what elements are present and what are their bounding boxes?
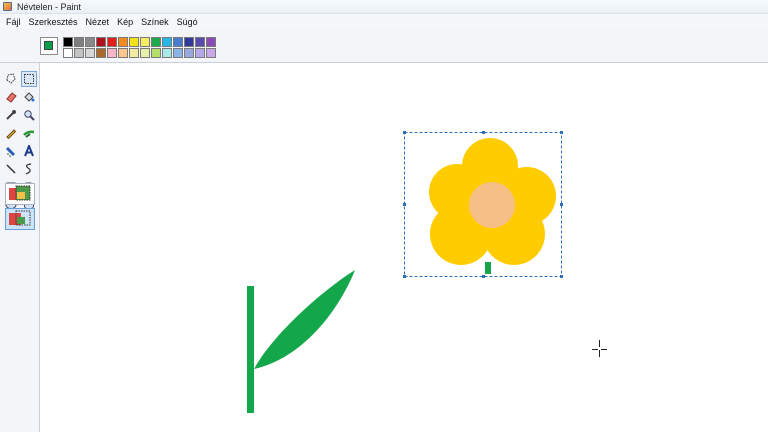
selection-handle-n — [482, 131, 485, 134]
palette-swatch[interactable] — [162, 48, 172, 58]
free-form-select-icon[interactable] — [3, 71, 19, 87]
selection-handle-sw — [403, 275, 406, 278]
palette-swatch[interactable] — [184, 48, 194, 58]
palette-swatch[interactable] — [140, 48, 150, 58]
palette-swatch[interactable] — [184, 37, 194, 47]
menu-help[interactable]: Súgó — [173, 17, 202, 27]
stem — [247, 286, 254, 413]
palette-swatch[interactable] — [74, 48, 84, 58]
palette-swatch[interactable] — [107, 48, 117, 58]
selection-handle-ne — [560, 131, 563, 134]
menu-view[interactable]: Nézet — [82, 17, 114, 27]
leaf — [254, 270, 355, 369]
palette-swatch[interactable] — [195, 48, 205, 58]
opaque-selection-option[interactable] — [5, 183, 35, 205]
selection-handle-se — [560, 275, 563, 278]
palette-swatch[interactable] — [96, 48, 106, 58]
palette-swatch[interactable] — [151, 37, 161, 47]
palette-swatch[interactable] — [173, 48, 183, 58]
fill-bucket-icon[interactable] — [21, 89, 37, 105]
flower-stem — [485, 262, 491, 274]
flower-center — [469, 182, 515, 228]
toolbox — [0, 63, 40, 432]
transparent-selection-option[interactable] — [5, 208, 35, 230]
palette-swatch[interactable] — [96, 37, 106, 47]
foreground-color-swatch[interactable] — [44, 41, 53, 50]
palette-swatch[interactable] — [85, 48, 95, 58]
title-bar: Névtelen - Paint — [0, 0, 768, 14]
magnifier-icon[interactable] — [21, 107, 37, 123]
palette-swatch[interactable] — [74, 37, 84, 47]
brush-icon[interactable] — [21, 125, 37, 141]
crosshair-cursor-icon — [592, 340, 607, 357]
color-picker-icon[interactable] — [3, 107, 19, 123]
palette-swatch[interactable] — [206, 48, 216, 58]
text-icon[interactable] — [21, 143, 37, 159]
menu-file[interactable]: Fájl — [2, 17, 25, 27]
palette-swatch[interactable] — [173, 37, 183, 47]
palette-swatch[interactable] — [118, 48, 128, 58]
selection-handle-s — [482, 275, 485, 278]
menu-image[interactable]: Kép — [113, 17, 137, 27]
menu-colors[interactable]: Színek — [137, 17, 173, 27]
menu-edit[interactable]: Szerkesztés — [25, 17, 82, 27]
drawing-canvas[interactable] — [41, 64, 768, 432]
window-title: Névtelen - Paint — [17, 1, 82, 12]
palette-swatch[interactable] — [85, 37, 95, 47]
palette-swatch[interactable] — [195, 37, 205, 47]
line-icon[interactable] — [3, 161, 19, 177]
current-colors[interactable] — [40, 37, 58, 55]
curve-icon[interactable] — [21, 161, 37, 177]
palette-swatch[interactable] — [107, 37, 117, 47]
palette-swatch[interactable] — [63, 48, 73, 58]
selection-handle-nw — [403, 131, 406, 134]
menu-bar: Fájl Szerkesztés Nézet Kép Színek Súgó — [0, 14, 768, 29]
palette-swatch[interactable] — [151, 48, 161, 58]
palette-swatch[interactable] — [206, 37, 216, 47]
palette-swatch[interactable] — [118, 37, 128, 47]
rectangle-select-icon[interactable] — [21, 71, 37, 87]
selection-handle-e — [560, 203, 563, 206]
palette-swatch[interactable] — [129, 37, 139, 47]
paint-app-icon[interactable] — [3, 2, 12, 11]
palette-swatch[interactable] — [140, 37, 150, 47]
selection-handle-w — [403, 203, 406, 206]
airbrush-icon[interactable] — [3, 143, 19, 159]
drawing-layer — [247, 131, 607, 413]
eraser-icon[interactable] — [3, 89, 19, 105]
palette-swatch[interactable] — [63, 37, 73, 47]
palette-swatch[interactable] — [129, 48, 139, 58]
pencil-icon[interactable] — [3, 125, 19, 141]
palette-swatch[interactable] — [162, 37, 172, 47]
color-palette — [63, 37, 216, 58]
